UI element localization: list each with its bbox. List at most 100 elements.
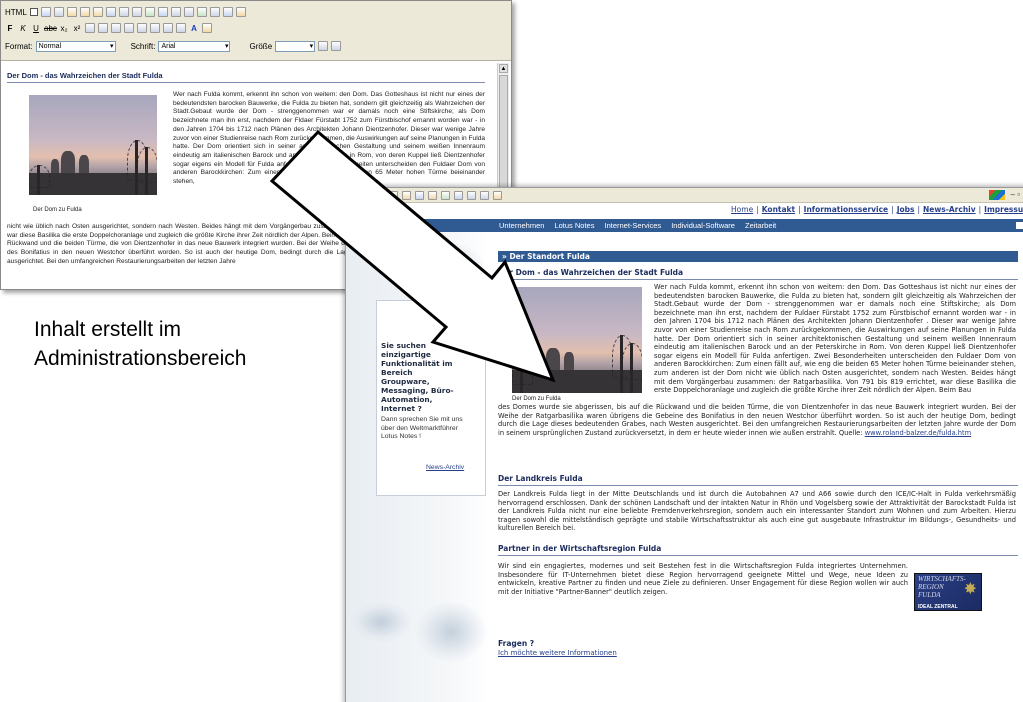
underline-icon[interactable]: U <box>31 24 41 33</box>
media-icon[interactable] <box>441 190 450 200</box>
landkreis-text: Der Landkreis Fulda liegt in der Mitte D… <box>498 490 1016 533</box>
top-link-jobs[interactable]: Jobs <box>897 205 915 214</box>
wirtschaftsregion-badge[interactable]: WIRTSCHAFTS- REGION FULDA IDEAL ZENTRAL … <box>914 573 982 611</box>
image-icon[interactable] <box>157 7 168 17</box>
top-link-home[interactable]: Home <box>731 205 753 214</box>
find-icon[interactable] <box>105 7 116 17</box>
badge-line-2: REGION <box>918 583 944 591</box>
nav-toggle-icon[interactable] <box>1016 222 1023 229</box>
refresh-icon[interactable] <box>389 190 398 200</box>
window-controls: – ▫ ✕ <box>989 190 1023 200</box>
back-icon[interactable] <box>350 190 359 200</box>
source-link[interactable]: www.roland-balzer.de/fulda.htm <box>865 429 971 437</box>
editor-toolbar: HTML F K U abc x₂ x² A Format: Normal ▾ … <box>1 1 511 61</box>
align-left-icon[interactable] <box>85 23 95 33</box>
justify-icon[interactable] <box>124 23 134 33</box>
star-seal-icon: ✸ <box>963 581 977 598</box>
link-icon[interactable] <box>170 7 181 17</box>
paste-word-icon[interactable] <box>92 7 103 17</box>
partner-text: Wir sind ein engagiertes, modernes und s… <box>498 562 908 596</box>
top-link-news-archiv[interactable]: News-Archiv <box>923 205 976 214</box>
sidebar-news-archiv-link[interactable]: News-Archiv <box>426 464 464 471</box>
windows-logo-icon <box>989 190 1006 200</box>
home-icon[interactable] <box>402 190 411 200</box>
search-icon[interactable] <box>415 190 424 200</box>
toolbar-row-1: HTML <box>5 5 246 19</box>
bold-icon[interactable]: F <box>5 24 15 33</box>
italic-icon[interactable]: K <box>18 24 28 33</box>
text-color-icon[interactable]: A <box>189 24 199 33</box>
undo-icon[interactable] <box>118 7 129 17</box>
rule-icon[interactable] <box>209 7 220 17</box>
html-toggle-checkbox[interactable] <box>29 8 38 16</box>
font-label: Schrift: <box>130 41 156 51</box>
top-link-informationsservice[interactable]: Informationsservice <box>804 205 888 214</box>
nav-item-lotus-notes[interactable]: Lotus Notes <box>554 221 594 230</box>
cut-icon[interactable] <box>40 7 51 17</box>
dom-section-title: Der Dom - das Wahrzeichen der Stadt Fuld… <box>498 268 684 277</box>
subscript-icon[interactable]: x₂ <box>59 24 69 33</box>
editor-article-heading: Der Dom - das Wahrzeichen der Stadt Fuld… <box>7 71 485 83</box>
special-char-icon[interactable] <box>222 7 233 17</box>
promo-title: Sie suchen einzigartige Funktionalität i… <box>381 341 454 413</box>
table-icon[interactable] <box>144 7 155 17</box>
more-info-link[interactable]: Ich möchte weitere Informationen <box>498 649 617 657</box>
strikethrough-icon[interactable]: abc <box>44 24 57 33</box>
partner-section-divider <box>498 555 1018 556</box>
align-right-icon[interactable] <box>111 23 121 33</box>
dom-text-right: Wer nach Fulda kommt, erkennt ihn schon … <box>654 283 1016 395</box>
font-select[interactable]: Arial <box>158 40 231 52</box>
top-link-kontakt[interactable]: Kontakt <box>762 205 795 214</box>
table-properties-icon[interactable] <box>318 41 329 51</box>
nav-items: Unternehmen Lotus Notes Internet-Service… <box>499 221 776 230</box>
dom-photo <box>512 287 642 393</box>
unlink-icon[interactable] <box>183 7 194 17</box>
minimize-icon[interactable]: – <box>1011 190 1015 199</box>
ordered-list-icon[interactable] <box>137 23 147 33</box>
toolbar-row-2: F K U abc x₂ x² A <box>5 21 212 35</box>
annotation-line-1: Inhalt erstellt im <box>34 318 182 341</box>
nav-item-zeitarbeit[interactable]: Zeitarbeit <box>745 221 776 230</box>
nav-item-individual-software[interactable]: Individual-Software <box>671 221 735 230</box>
nav-item-unternehmen[interactable]: Unternehmen <box>499 221 544 230</box>
favorites-icon[interactable] <box>428 190 437 200</box>
folder-icon[interactable] <box>493 190 502 200</box>
left-sidebar: Sie suchen einzigartige Funktionalität i… <box>346 232 491 702</box>
nav-search[interactable]: Suche <box>369 221 390 230</box>
cell-properties-icon[interactable] <box>331 41 342 51</box>
size-select[interactable] <box>275 40 316 52</box>
paste-text-icon[interactable] <box>79 7 90 17</box>
align-center-icon[interactable] <box>98 23 108 33</box>
mail-icon[interactable] <box>467 190 476 200</box>
indent-icon[interactable] <box>176 23 186 33</box>
landkreis-section-divider <box>498 485 1018 486</box>
dom-photo-caption: Der Dom zu Fulda <box>512 396 561 402</box>
unordered-list-icon[interactable] <box>150 23 160 33</box>
smiley-icon[interactable] <box>235 7 246 17</box>
format-select[interactable]: Normal <box>35 40 116 52</box>
maximize-icon[interactable]: ▫ <box>1017 190 1020 199</box>
copy-icon[interactable] <box>53 7 64 17</box>
highlight-color-icon[interactable] <box>202 23 212 33</box>
scroll-up-icon[interactable]: ▲ <box>499 64 508 73</box>
nav-item-internet-services[interactable]: Internet-Services <box>604 221 661 230</box>
browser-window: – ▫ ✕ ZO Home|Kontakt|Informationsservic… <box>345 187 1023 702</box>
paste-icon[interactable] <box>66 7 77 17</box>
editor-photo-caption: Der Dom zu Fulda <box>33 207 82 213</box>
browser-toolbar: – ▫ ✕ <box>346 188 1023 203</box>
badge-line-3: FULDA <box>918 591 941 599</box>
standort-header-bar: » Der Standort Fulda <box>498 251 1018 262</box>
top-link-impressum[interactable]: Impressum <box>984 205 1023 214</box>
dom-section-divider <box>498 279 1018 280</box>
composite-screenshot: HTML F K U abc x₂ x² A Format: Normal ▾ … <box>0 0 1023 702</box>
outdent-icon[interactable] <box>163 23 173 33</box>
promo-text: Dann sprechen Sie mit uns über den Weltm… <box>381 416 463 440</box>
history-icon[interactable] <box>454 190 463 200</box>
redo-icon[interactable] <box>131 7 142 17</box>
form-icon[interactable] <box>196 7 207 17</box>
badge-line-4: IDEAL ZENTRAL <box>918 604 958 610</box>
stop-icon[interactable] <box>376 190 385 200</box>
superscript-icon[interactable]: x² <box>72 24 82 33</box>
print-icon[interactable] <box>480 190 489 200</box>
forward-icon[interactable] <box>363 190 372 200</box>
